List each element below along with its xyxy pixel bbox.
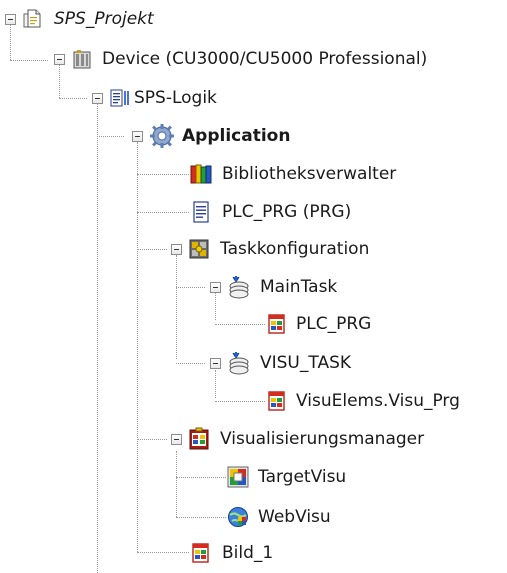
tree-node-label: SPS_Projekt bbox=[54, 9, 154, 29]
collapse-toggle[interactable] bbox=[171, 434, 182, 445]
tree-node-label: PLC_PRG (PRG) bbox=[222, 202, 352, 222]
tree-node-bibliotheksverwalter[interactable]: Bibliotheksverwalter bbox=[0, 159, 420, 189]
project-file-icon bbox=[22, 8, 44, 30]
plc-logic-icon bbox=[109, 87, 131, 109]
tree-node-sps-logik[interactable]: SPS-Logik bbox=[0, 83, 300, 113]
program-call-icon bbox=[266, 390, 288, 412]
web-visu-icon bbox=[227, 506, 249, 528]
tree-node-label: Taskkonfiguration bbox=[220, 239, 370, 259]
tree-node-plc-prg[interactable]: PLC_PRG (PRG) bbox=[0, 197, 420, 227]
tree-node-label: PLC_PRG bbox=[296, 314, 372, 334]
tree-node-targetvisu[interactable]: TargetVisu bbox=[0, 462, 420, 492]
collapse-toggle[interactable] bbox=[5, 14, 16, 25]
tree-node-bild-1[interactable]: Bild_1 bbox=[0, 538, 420, 568]
tree-node-sps-projekt[interactable]: SPS_Projekt bbox=[0, 4, 200, 34]
collapse-toggle[interactable] bbox=[210, 282, 221, 293]
tree-node-visualisierungsmanager[interactable]: Visualisierungsmanager bbox=[0, 424, 507, 454]
tree-node-label: TargetVisu bbox=[258, 467, 347, 487]
tree-node-maintask-plc-prg[interactable]: PLC_PRG bbox=[0, 309, 420, 339]
tree-connector bbox=[176, 255, 177, 359]
tree-node-label: VISU_TASK bbox=[260, 353, 352, 373]
tree-node-visu-task[interactable]: VISU_TASK bbox=[0, 348, 420, 378]
collapse-toggle[interactable] bbox=[54, 54, 65, 65]
collapse-toggle[interactable] bbox=[92, 93, 103, 104]
visualization-screen-icon bbox=[190, 542, 212, 564]
target-visu-icon bbox=[227, 466, 249, 488]
tree-node-webvisu[interactable]: WebVisu bbox=[0, 502, 420, 532]
task-icon bbox=[227, 275, 251, 299]
tree-node-label: MainTask bbox=[260, 277, 338, 297]
tree-node-visuelems-visu-prg[interactable]: VisuElems.Visu_Prg bbox=[0, 386, 507, 416]
collapse-toggle[interactable] bbox=[210, 358, 221, 369]
library-books-icon bbox=[190, 163, 212, 185]
tree-node-label: Bild_1 bbox=[222, 543, 274, 563]
tree-node-taskkonfiguration[interactable]: Taskkonfiguration bbox=[0, 234, 420, 264]
program-document-icon bbox=[190, 201, 212, 223]
tree-node-label: SPS-Logik bbox=[134, 88, 217, 108]
collapse-toggle[interactable] bbox=[171, 244, 182, 255]
tree-node-label: Visualisierungsmanager bbox=[220, 429, 425, 449]
program-call-icon bbox=[266, 313, 288, 335]
tree-node-device[interactable]: Device (CU3000/CU5000 Professional) bbox=[0, 44, 500, 74]
task-configuration-icon bbox=[188, 238, 210, 260]
collapse-toggle[interactable] bbox=[132, 131, 143, 142]
tree-node-label: Application bbox=[182, 126, 291, 146]
visualization-manager-icon bbox=[188, 427, 212, 451]
project-tree: SPS_Projekt Device (CU3000/CU5000 Profes… bbox=[0, 0, 507, 573]
device-icon bbox=[71, 48, 93, 70]
tree-node-application[interactable]: Application bbox=[0, 121, 330, 151]
tree-node-label: VisuElems.Visu_Prg bbox=[296, 391, 460, 411]
gear-icon bbox=[149, 123, 175, 149]
tree-node-maintask[interactable]: MainTask bbox=[0, 272, 420, 302]
tree-node-label: Bibliotheksverwalter bbox=[222, 164, 397, 184]
tree-node-label: WebVisu bbox=[258, 507, 331, 527]
task-icon bbox=[227, 351, 251, 375]
tree-node-label: Device (CU3000/CU5000 Professional) bbox=[102, 49, 428, 69]
